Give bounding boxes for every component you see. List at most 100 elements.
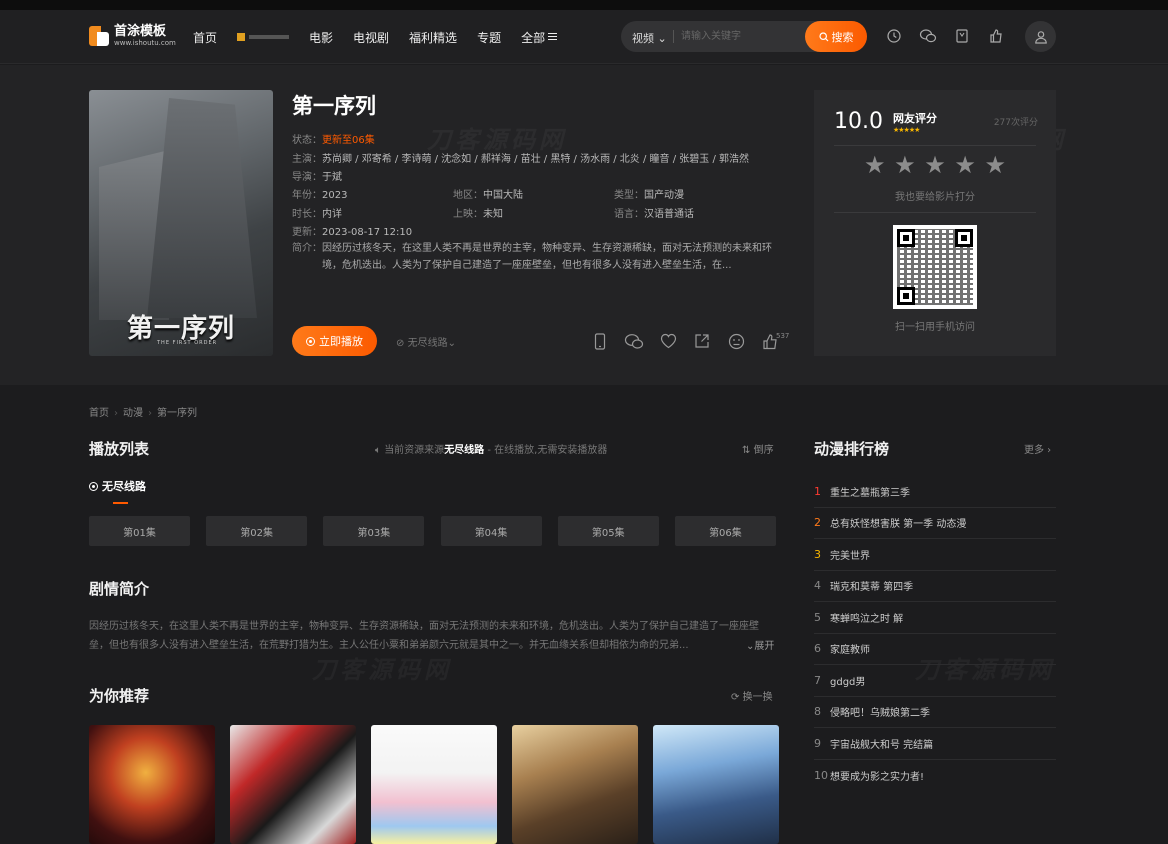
- intro-block: 简介： 因经历过核冬天，在这里人类不再是世界的主宰，物种变异、生存资源稀缺，面对…: [292, 240, 776, 274]
- site-header: 首涂模板 www.ishoutu.com 首页 电影 电视剧 福利精选 专题 全…: [0, 10, 1168, 64]
- ranking-item[interactable]: 8 侵略吧！乌贼娘第二季: [814, 697, 1056, 728]
- duration-value: 内详: [322, 209, 342, 220]
- year-label: 年份：: [292, 190, 322, 201]
- recommend-poster[interactable]: [89, 725, 215, 844]
- nav-home[interactable]: 首页: [193, 29, 217, 46]
- episode-button[interactable]: 第06集: [674, 516, 776, 546]
- search-category-select[interactable]: 视频 ⌄: [632, 30, 667, 46]
- ranking-item[interactable]: 10 想要成为影之实力者!: [814, 760, 1056, 792]
- ranking-item[interactable]: 2 总有妖怪想害朕 第一季 动态漫: [814, 508, 1056, 539]
- episode-button[interactable]: 第01集: [89, 516, 190, 546]
- bookmark-icon[interactable]: [951, 25, 973, 47]
- history-icon[interactable]: [883, 25, 905, 47]
- ranking-item[interactable]: 7 gdgd男: [814, 665, 1056, 697]
- region-line: 地区：中国大陆: [453, 186, 523, 201]
- region-value: 中国大陆: [483, 190, 523, 201]
- status-label: 状态：: [292, 135, 322, 146]
- nav-topic[interactable]: 专题: [477, 29, 501, 46]
- refresh-button[interactable]: ⟳ 换一换: [731, 688, 773, 703]
- star-icon[interactable]: ★: [864, 153, 886, 177]
- user-avatar-icon[interactable]: [1025, 21, 1056, 52]
- line-select-dropdown[interactable]: ⊘ 无尽线路⌄: [396, 334, 456, 349]
- play-now-label: 立即播放: [319, 335, 363, 348]
- language-label: 语言：: [614, 209, 644, 220]
- expand-button[interactable]: ⌄展开: [734, 637, 775, 652]
- like-icon[interactable]: [985, 25, 1007, 47]
- rank-title: 瑞克和莫蒂 第四季: [830, 582, 914, 594]
- episode-button[interactable]: 第03集: [323, 516, 425, 546]
- ranking-item[interactable]: 9 宇宙战舰大和号 完结篇: [814, 728, 1056, 760]
- search-input[interactable]: [681, 26, 801, 47]
- ranking-more-link[interactable]: 更多 ›: [1024, 441, 1051, 456]
- rank-title: 总有妖怪想害朕 第一季 动态漫: [830, 519, 967, 531]
- line-select-label: 无尽线路: [407, 338, 448, 349]
- ranking-item[interactable]: 6 家庭教师: [814, 634, 1056, 665]
- speaker-icon: 🔈︎: [375, 445, 381, 456]
- line-icon: ⊘: [396, 338, 405, 349]
- language-value: 汉语普通话: [644, 209, 694, 220]
- rating-count: 277次评分: [993, 118, 1038, 128]
- feedback-icon[interactable]: [725, 330, 747, 352]
- play-now-button[interactable]: 立即播放: [292, 326, 377, 356]
- tab-line[interactable]: 无尽线路: [89, 478, 146, 494]
- wechat-share-icon[interactable]: [623, 330, 645, 352]
- ranking-item[interactable]: 3 完美世界: [814, 539, 1056, 571]
- year-line: 年份：2023: [292, 186, 347, 201]
- poster-image[interactable]: 第一序列 THE FIRST ORDER: [89, 90, 273, 356]
- favorite-icon[interactable]: [657, 330, 679, 352]
- wechat-icon[interactable]: [917, 25, 939, 47]
- status-line: 状态：更新至06集: [292, 131, 375, 146]
- rating-card: 10.0 网友评分 ★★★★★ 277次评分 ★ ★ ★ ★ ★ 我也要给影片打…: [814, 90, 1056, 356]
- star-icon[interactable]: ★: [894, 153, 916, 177]
- episode-button[interactable]: 第04集: [440, 516, 542, 546]
- rank-title: 想要成为影之实力者!: [830, 771, 925, 783]
- nav-featured[interactable]: 福利精选: [409, 29, 457, 46]
- poster-subtitle: THE FIRST ORDER: [157, 340, 218, 346]
- recommend-poster[interactable]: [653, 725, 779, 844]
- ranking-item[interactable]: 1 重生之墓瓶第三季: [814, 476, 1056, 508]
- episode-button[interactable]: 第02集: [206, 516, 308, 546]
- recommend-heading: 为你推荐: [89, 687, 150, 705]
- watermark-text: 刀客源码网: [312, 650, 452, 685]
- year-value: 2023: [322, 190, 348, 201]
- rank-number: 7: [814, 673, 821, 687]
- updated-label: 更新：: [292, 227, 322, 238]
- director-label: 导演：: [292, 172, 322, 183]
- breadcrumb-home[interactable]: 首页: [89, 408, 109, 419]
- page-title: 第一序列: [292, 94, 376, 118]
- rating-stars-icon: ★★★★★: [893, 126, 920, 134]
- refresh-icon: ⟳: [731, 692, 740, 703]
- search-button[interactable]: 搜索: [805, 21, 867, 52]
- release-line: 上映：未知: [453, 205, 503, 220]
- intro-text: 因经历过核冬天，在这里人类不再是世界的主宰，物种变异、生存资源稀缺，面对无法预测…: [322, 243, 772, 271]
- recommend-poster[interactable]: [371, 725, 497, 844]
- recommend-poster[interactable]: [230, 725, 356, 844]
- cast-value[interactable]: 苏尚卿 / 邓寄希 / 李诗萌 / 沈念如 / 郝祥海 / 苗壮 / 黑特 / …: [322, 154, 749, 165]
- qr-code-icon: [893, 225, 977, 309]
- rank-title: 侵略吧！乌贼娘第二季: [830, 708, 930, 720]
- sort-button[interactable]: ⇅ 倒序: [742, 441, 774, 456]
- nav-all[interactable]: 全部: [521, 29, 558, 46]
- more-label: 更多: [1024, 445, 1044, 456]
- nav-movie[interactable]: 电影: [309, 29, 333, 46]
- star-icon[interactable]: ★: [954, 153, 976, 177]
- duration-label: 时长：: [292, 209, 322, 220]
- recommend-poster[interactable]: [512, 725, 638, 844]
- nav-promo-logo[interactable]: [237, 30, 293, 44]
- star-icon[interactable]: ★: [984, 153, 1006, 177]
- cast-label: 主演：: [292, 154, 322, 165]
- director-value[interactable]: 于斌: [322, 172, 342, 183]
- episode-button[interactable]: 第05集: [557, 516, 659, 546]
- star-icon[interactable]: ★: [924, 153, 946, 177]
- mobile-icon[interactable]: [589, 330, 611, 352]
- share-icon[interactable]: [691, 330, 713, 352]
- ranking-item[interactable]: 5 寒蝉鸣泣之时 解: [814, 602, 1056, 634]
- ranking-item[interactable]: 4 瑞克和莫蒂 第四季: [814, 571, 1056, 602]
- nav-tv[interactable]: 电视剧: [353, 29, 389, 46]
- breadcrumb-category[interactable]: 动漫: [123, 408, 143, 419]
- site-logo[interactable]: 首涂模板 www.ishoutu.com: [89, 24, 176, 48]
- rank-title: 完美世界: [830, 550, 870, 562]
- chevron-down-icon: ⌄: [657, 32, 667, 45]
- rank-title: 寒蝉鸣泣之时 解: [830, 613, 904, 625]
- rank-title: 重生之墓瓶第三季: [830, 487, 910, 499]
